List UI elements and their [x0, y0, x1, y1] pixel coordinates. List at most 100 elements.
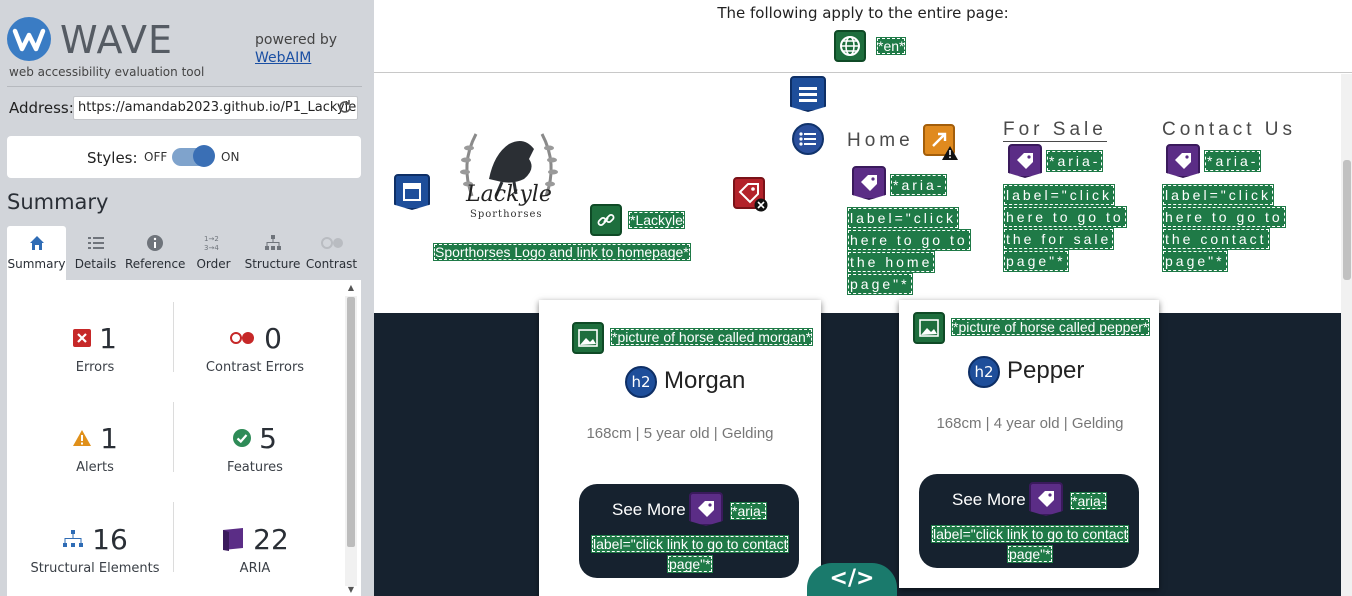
- linked-image-icon[interactable]: [590, 204, 622, 236]
- alert-icon: [73, 430, 92, 446]
- logo-subtext: Sporthorses: [470, 209, 543, 220]
- structural-label: Structural Elements: [30, 561, 160, 576]
- aria-label-icon[interactable]: [689, 492, 723, 526]
- unordered-list-icon[interactable]: [792, 123, 824, 155]
- logo-text: Lackyle: [466, 182, 552, 207]
- page-level-note: The following apply to the entire page:: [717, 4, 1009, 22]
- stat-aria[interactable]: 22 ARIA: [175, 521, 335, 576]
- page-level-strip: The following apply to the entire page: …: [374, 0, 1352, 73]
- contrast-errors-label: Contrast Errors: [205, 360, 305, 375]
- nav-contact-link[interactable]: Contact Us: [1162, 119, 1296, 141]
- tab-reference-label: Reference: [125, 257, 186, 271]
- aria-count: 22: [253, 522, 289, 556]
- tab-structure[interactable]: Structure: [243, 226, 302, 280]
- errors-count: 1: [99, 321, 117, 355]
- styles-toggle-box: Styles: OFF ON: [7, 136, 361, 178]
- aria-label-icon[interactable]: [1029, 482, 1063, 516]
- h2-heading-icon[interactable]: h2: [968, 356, 1000, 388]
- pepper-aria-line2: label="click link to go to contact: [931, 525, 1130, 543]
- scroll-up-arrow-icon[interactable]: ▲: [347, 283, 355, 292]
- webaim-link[interactable]: WebAIM: [255, 50, 311, 66]
- pepper-aria-line3: page"*: [1007, 545, 1053, 563]
- tab-contrast[interactable]: Contrast: [302, 226, 361, 280]
- image-alt-icon[interactable]: [913, 312, 945, 344]
- aria-label-icon[interactable]: [852, 166, 886, 200]
- list-icon: [87, 237, 104, 249]
- tab-reference[interactable]: Reference: [125, 226, 186, 280]
- summary-heading: Summary: [7, 190, 109, 214]
- nav-home-aria-line5: page"*: [847, 273, 913, 295]
- styles-on-label: ON: [221, 150, 240, 164]
- features-count: 5: [259, 421, 277, 455]
- language-icon[interactable]: [834, 30, 866, 62]
- nav-for-sale-aria-line1: *aria-: [1046, 150, 1104, 172]
- logo-alt-badge-line2: Sporthorses Logo and link to homepage*: [433, 243, 691, 261]
- aria-label-icon[interactable]: [1008, 144, 1042, 178]
- nav-for-sale-link[interactable]: For Sale: [1003, 119, 1107, 142]
- panel-scroll-thumb[interactable]: [347, 297, 355, 547]
- tab-summary[interactable]: Summary: [7, 226, 66, 280]
- wave-sidebar: WAVE web accessibility evaluation tool p…: [0, 0, 374, 596]
- structure-icon: [63, 530, 84, 547]
- alert-triangle-icon: [942, 146, 958, 160]
- wave-logo-icon: [7, 17, 51, 61]
- pepper-heading: Pepper: [1007, 357, 1085, 384]
- content-section: [374, 313, 1352, 596]
- lang-badge: *en*: [876, 37, 907, 55]
- features-label: Features: [227, 460, 283, 475]
- aria-label: ARIA: [239, 561, 271, 576]
- error-x-icon: [754, 198, 768, 212]
- styles-off-label: OFF: [144, 150, 168, 164]
- code-view-toggle[interactable]: </>: [807, 563, 897, 596]
- morgan-aria-line1: *aria-: [730, 502, 768, 520]
- pepper-description: 168cm | 4 year old | Gelding: [936, 415, 1124, 432]
- tab-contrast-label: Contrast: [305, 257, 358, 271]
- nav-contact-aria-line2: label="click: [1162, 184, 1274, 206]
- preview-scrollbar[interactable]: [1341, 74, 1352, 596]
- stat-errors[interactable]: 1 Errors: [15, 320, 175, 375]
- nav-home-link[interactable]: Home: [847, 130, 914, 152]
- errors-label: Errors: [75, 360, 115, 375]
- morgan-aria-line3: page"*: [667, 555, 713, 573]
- tab-summary-label: Summary: [7, 257, 66, 271]
- nav-for-sale-aria-line3: here to go to: [1003, 206, 1127, 228]
- wave-tagline: web accessibility evaluation tool: [9, 65, 205, 79]
- page-preview: The following apply to the entire page: …: [374, 0, 1352, 596]
- wave-tabs: Summary Details Reference 1→2 3→4 Order S…: [7, 226, 361, 280]
- powered-by-label: powered by: [255, 32, 338, 48]
- h2-heading-icon[interactable]: h2: [625, 366, 657, 398]
- stat-contrast-errors[interactable]: 0 Contrast Errors: [175, 320, 335, 376]
- aria-label-icon[interactable]: [1166, 144, 1200, 178]
- pepper-aria-line1: *aria-: [1070, 492, 1108, 510]
- morgan-see-more-label: See More: [612, 500, 686, 519]
- stat-features[interactable]: 5 Features: [175, 420, 335, 476]
- header-landmark-icon[interactable]: [394, 174, 430, 210]
- logo-alt-badge-line1: *Lackyle: [628, 211, 685, 229]
- morgan-description: 168cm | 5 year old | Gelding: [586, 425, 774, 442]
- contrast-error-icon: [230, 332, 255, 344]
- tab-structure-label: Structure: [244, 257, 301, 271]
- nav-home-aria-line1: *aria-: [890, 174, 948, 196]
- styles-label: Styles:: [87, 149, 138, 167]
- preview-scroll-thumb[interactable]: [1343, 160, 1351, 280]
- tab-details[interactable]: Details: [66, 226, 125, 280]
- navigation-landmark-icon[interactable]: [790, 76, 826, 112]
- address-input[interactable]: https://amandab2023.github.io/P1_Lackyle: [73, 96, 358, 120]
- stat-structural-elements[interactable]: 16 Structural Elements: [15, 521, 175, 577]
- image-alt-icon[interactable]: [572, 322, 604, 354]
- stat-alerts[interactable]: 1 Alerts: [15, 420, 175, 475]
- nav-for-sale-aria-line4: the for sale: [1003, 228, 1115, 250]
- nav-home-aria-line2: label="click: [847, 207, 959, 229]
- svg-text:3→4: 3→4: [204, 244, 219, 252]
- tab-details-label: Details: [74, 257, 117, 271]
- morgan-heading: Morgan: [664, 367, 746, 394]
- styles-toggle-knob[interactable]: [193, 145, 215, 167]
- scroll-down-arrow-icon[interactable]: ▼: [347, 585, 355, 594]
- nav-contact-aria-line4: the contact: [1162, 228, 1270, 250]
- feature-icon: [233, 429, 252, 447]
- pepper-alt-badge: *picture of horse called pepper*: [951, 318, 1151, 336]
- tab-order[interactable]: 1→2 3→4 Order: [184, 226, 243, 280]
- wave-brand: WAVE: [60, 18, 174, 62]
- nav-contact-aria-line5: page"*: [1162, 250, 1228, 272]
- reload-icon[interactable]: [337, 99, 353, 115]
